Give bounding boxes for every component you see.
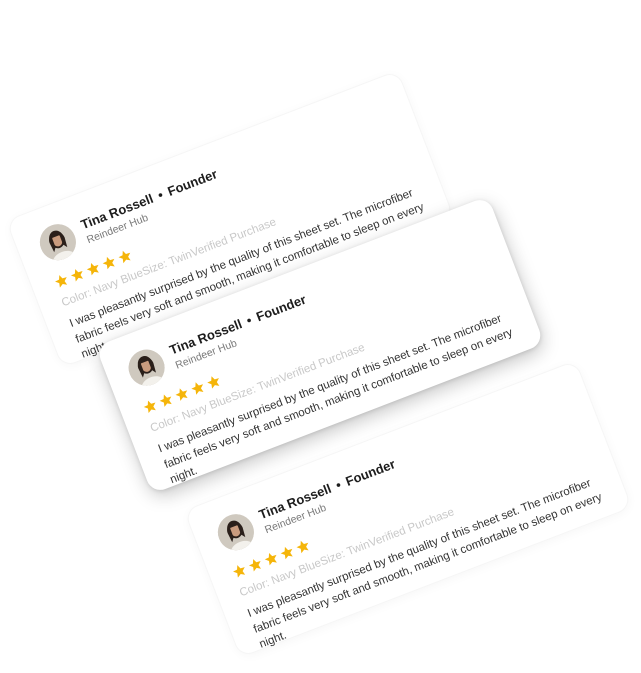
avatar <box>34 218 82 266</box>
avatar <box>123 344 170 391</box>
avatar <box>212 508 260 556</box>
size-label: Size: <box>229 383 258 404</box>
avatar-image <box>123 344 170 391</box>
color-label: Color: <box>238 577 272 600</box>
separator-dot: • <box>333 476 344 493</box>
star-icon <box>296 540 309 554</box>
review-cards-stage: Tina Rossell•Founder Reindeer Hub Color:… <box>0 0 641 673</box>
star-icon <box>118 250 131 264</box>
avatar-image <box>34 218 82 266</box>
star-icon <box>207 376 220 389</box>
avatar-image <box>212 508 260 556</box>
separator-dot: • <box>244 312 254 329</box>
color-label: Color: <box>60 287 94 310</box>
size-label: Size: <box>140 258 169 279</box>
separator-dot: • <box>155 186 166 203</box>
color-label: Color: <box>148 412 182 435</box>
size-label: Size: <box>318 548 347 569</box>
